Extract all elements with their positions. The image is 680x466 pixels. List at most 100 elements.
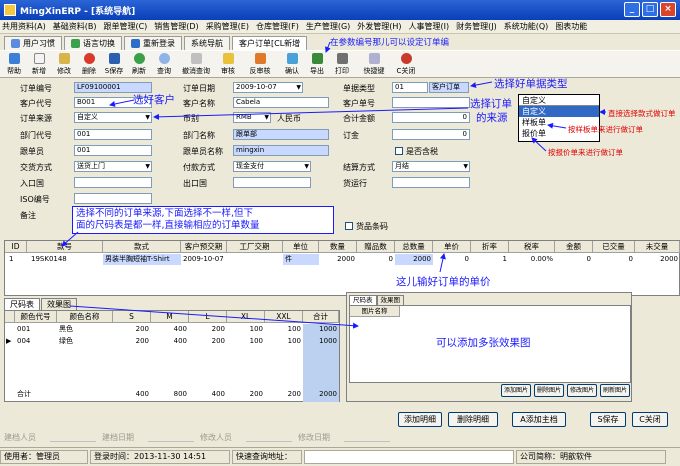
new-button[interactable]: 新增 [27, 51, 51, 77]
delete-button[interactable]: 删除 [77, 51, 101, 77]
row1-gift[interactable]: 0 [357, 254, 395, 265]
col-delivered[interactable]: 已交量 [593, 241, 635, 253]
menu-production[interactable]: 生产管理(G) [306, 21, 350, 32]
dept-name-field[interactable]: 跟单部 [233, 129, 329, 140]
menu-sales[interactable]: 销售管理(D) [154, 21, 198, 32]
source-select[interactable]: 自定义 [74, 112, 152, 123]
size-row1-code[interactable]: 001 [15, 324, 57, 335]
col-gift[interactable]: 赠品数 [357, 241, 395, 253]
save-button[interactable]: S保存 [102, 51, 126, 77]
col-total-qty[interactable]: 总数量 [395, 241, 433, 253]
size-row2-m[interactable]: 400 [151, 336, 189, 347]
add-main-button[interactable]: A添加主档 [512, 412, 566, 427]
col-discount[interactable]: 折率 [471, 241, 509, 253]
col-id[interactable]: ID [5, 241, 27, 253]
menu-finance[interactable]: 财务管理(J) [456, 21, 497, 32]
row1-delivered[interactable]: 0 [593, 254, 635, 265]
inport-field[interactable] [74, 177, 152, 188]
col-price[interactable]: 单价 [433, 241, 471, 253]
menu-common[interactable]: 共用资料(A) [2, 21, 46, 32]
confirm-button[interactable]: 确认 [280, 51, 304, 77]
size-row2-s[interactable]: 200 [113, 336, 151, 347]
settle-select[interactable]: 月结 [392, 161, 470, 172]
edit-button[interactable]: 修改 [52, 51, 76, 77]
size-row1-s[interactable]: 200 [113, 324, 151, 335]
staff-code-field[interactable]: 001 [74, 145, 152, 156]
size-col-total[interactable]: 合计 [303, 311, 339, 323]
quick-query-input[interactable] [304, 450, 514, 464]
size-row1-l[interactable]: 200 [189, 324, 227, 335]
row1-discount[interactable]: 1 [471, 254, 509, 265]
cust-ref-field[interactable] [392, 97, 470, 108]
row1-tax[interactable]: 0.00% [509, 254, 555, 265]
col-style-no[interactable]: 款号 [27, 241, 103, 253]
image-tab-effect[interactable]: 效果图 [376, 295, 404, 305]
order-detail-grid[interactable]: ID 款号 款式 客户预交期 工厂交期 单位 数量 赠品数 总数量 单价 折率 … [4, 240, 680, 296]
size-row2-l[interactable]: 200 [189, 336, 227, 347]
col-factory-date[interactable]: 工厂交期 [227, 241, 283, 253]
menu-charts[interactable]: 图表功能 [555, 21, 587, 32]
size-col-m[interactable]: M [151, 311, 189, 323]
cust-name-field[interactable]: Cabela [233, 97, 329, 108]
menu-outsource[interactable]: 外发管理(H) [357, 21, 401, 32]
export-field[interactable] [233, 177, 311, 188]
size-row1-xxl[interactable]: 100 [265, 324, 303, 335]
deposit-field[interactable]: 0 [392, 129, 470, 140]
add-image-button[interactable]: 添加图片 [501, 384, 531, 397]
size-col-xl[interactable]: XL [227, 311, 265, 323]
query-button[interactable]: 查询 [152, 51, 176, 77]
delivery-select[interactable]: 送货上门 [74, 161, 152, 172]
row1-price[interactable]: 0 [433, 254, 471, 265]
tax-checkbox[interactable] [395, 147, 403, 155]
size-col-s[interactable]: S [113, 311, 151, 323]
col-cust-date[interactable]: 客户预交期 [181, 241, 227, 253]
size-col-color-name[interactable]: 颜色名称 [57, 311, 113, 323]
close-window-button[interactable]: × [660, 2, 676, 17]
row1-qty[interactable]: 2000 [319, 254, 357, 265]
col-amount[interactable]: 金额 [555, 241, 593, 253]
col-style[interactable]: 款式 [103, 241, 181, 253]
minimize-button[interactable]: _ [624, 2, 640, 17]
menu-follow[interactable]: 跟单管理(C) [103, 21, 147, 32]
close-bottom-button[interactable]: C关闭 [632, 412, 668, 427]
total-field[interactable]: 0 [392, 112, 470, 123]
shortcut-button[interactable]: 快捷键 [355, 51, 393, 77]
size-row1-xl[interactable]: 100 [227, 324, 265, 335]
dropdown-current[interactable]: 自定义 [519, 95, 599, 106]
row1-total-qty[interactable]: 2000 [395, 254, 433, 265]
size-row2-code[interactable]: 004 [15, 336, 57, 347]
save-bottom-button[interactable]: S保存 [590, 412, 626, 427]
payment-select[interactable]: 现金支付 [233, 161, 311, 172]
print-button[interactable]: 打印 [330, 51, 354, 77]
edit-image-button[interactable]: 修改图片 [567, 384, 597, 397]
menu-warehouse[interactable]: 仓库管理(F) [256, 21, 299, 32]
menu-system[interactable]: 系统功能(Q) [504, 21, 549, 32]
row1-style-no[interactable]: 19SK0148 [29, 254, 103, 265]
row1-cust-date[interactable]: 2009-10-07 [181, 254, 227, 265]
barcode-checkbox[interactable] [345, 222, 353, 230]
tab-language[interactable]: 语言切换 [64, 36, 122, 50]
size-row2-xxl[interactable]: 100 [265, 336, 303, 347]
size-row2-total[interactable]: 1000 [303, 336, 339, 347]
menu-purchase[interactable]: 采购管理(E) [206, 21, 249, 32]
tab-customer-order[interactable]: 客户订单[CL新增 [232, 36, 308, 50]
menu-hr[interactable]: 人事管理(I) [409, 21, 450, 32]
close-button[interactable]: C关闭 [394, 51, 418, 77]
tab-effect-image[interactable]: 效果图 [41, 298, 77, 310]
delete-image-button[interactable]: 删除图片 [534, 384, 564, 397]
export-button[interactable]: 导出 [305, 51, 329, 77]
delete-detail-button[interactable]: 删除明细 [448, 412, 498, 427]
order-date-field[interactable]: 2009-10-07 [233, 82, 303, 93]
size-col-color-code[interactable]: 颜色代号 [15, 311, 57, 323]
row1-style[interactable]: 男装半胸短袖T-Shirt [103, 254, 181, 265]
refresh-button[interactable]: 刷新 [127, 51, 151, 77]
col-unit[interactable]: 单位 [283, 241, 319, 253]
image-tab-size[interactable]: 尺码表 [349, 295, 377, 305]
col-undelivered[interactable]: 未交量 [635, 241, 680, 253]
refresh-image-button[interactable]: 刷新图片 [600, 384, 630, 397]
tab-size-table[interactable]: 尺码表 [4, 298, 40, 310]
maximize-button[interactable]: □ [642, 2, 658, 17]
size-row2-xl[interactable]: 100 [227, 336, 265, 347]
doc-type-code-field[interactable]: 01 [392, 82, 428, 93]
unapprove-button[interactable]: 反审核 [241, 51, 279, 77]
